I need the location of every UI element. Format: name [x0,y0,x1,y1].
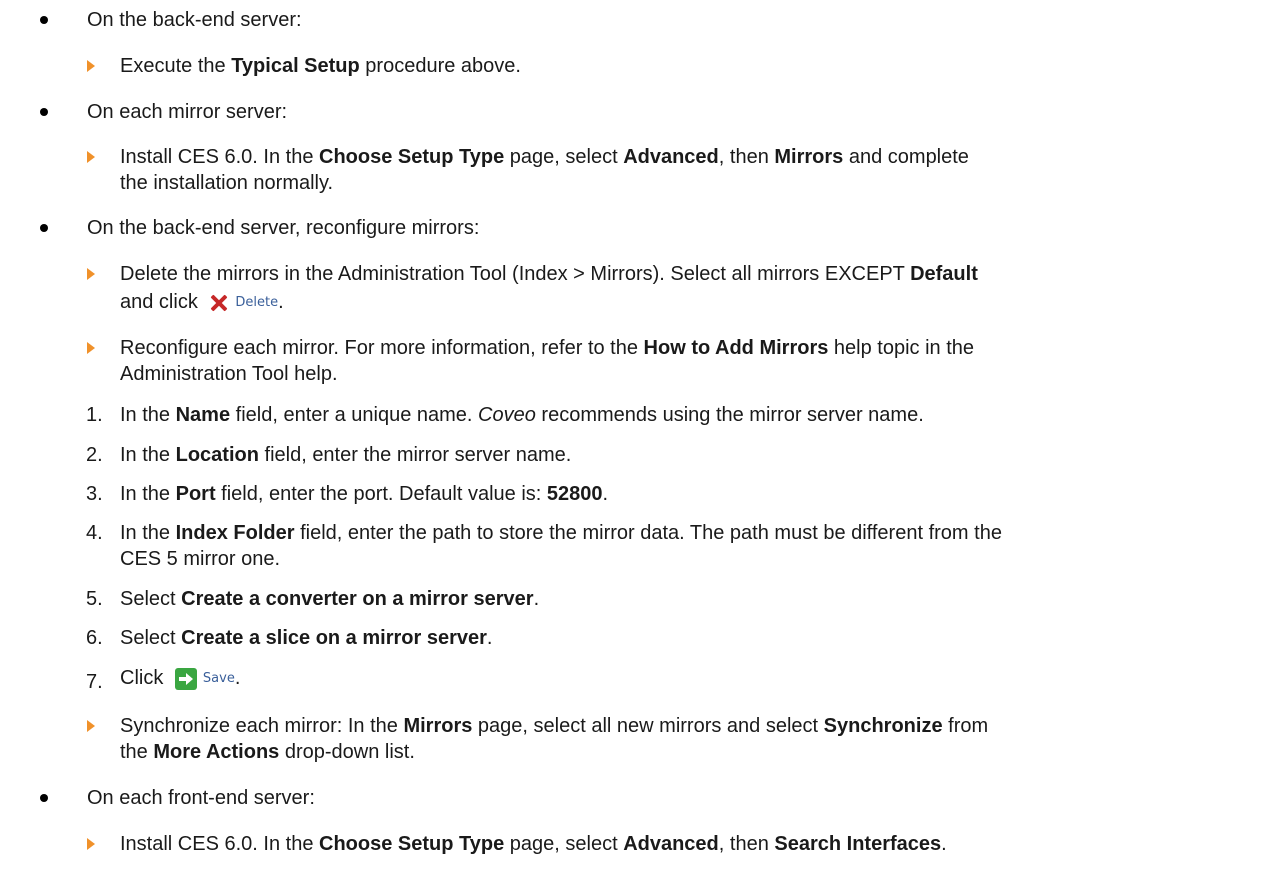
delete-button-label: Delete [235,294,279,310]
step-synchronize: Synchronize each mirror: In the Mirrors … [120,715,989,737]
step-port-field: In the Port field, enter the port. Defau… [120,483,609,505]
bullet-dot [40,108,48,116]
sub-bullet-triangle [87,838,95,850]
step-index-folder-field: In the Index Folder field, enter the pat… [120,522,1002,544]
bullet-back-end-server: On the back-end server: [87,9,302,31]
step-number: 6. [86,627,103,649]
arrow-right-icon [174,667,197,690]
step-location-field: In the Location field, enter the mirror … [120,444,572,466]
sub-bullet-triangle [87,151,95,163]
save-button-label: Save [202,670,235,686]
step-create-slice: Select Create a slice on a mirror server… [120,627,493,649]
step-typical-setup: Execute the Typical Setup procedure abov… [120,55,521,77]
bullet-mirror-server: On each mirror server: [87,101,288,123]
bullet-front-end-server: On each front-end server: [87,787,315,809]
step-install-search-interfaces: Install CES 6.0. In the Choose Setup Typ… [120,833,947,855]
step-number: 7. [86,671,103,693]
sub-bullet-triangle [87,268,95,280]
step-number: 2. [86,444,103,466]
sub-bullet-triangle [87,720,95,732]
step-reconfigure-each: Reconfigure each mirror. For more inform… [120,337,975,359]
step-name-field: In the Name field, enter a unique name. … [120,404,924,426]
bullet-reconfigure-mirrors: On the back-end server, reconfigure mirr… [87,217,480,239]
step-number: 1. [86,404,103,426]
sub-bullet-triangle [87,60,95,72]
step-delete-mirrors: Delete the mirrors in the Administration… [120,263,978,285]
bullet-dot [40,224,48,232]
step-install-mirrors: Install CES 6.0. In the Choose Setup Typ… [120,146,969,168]
delete-x-icon [209,293,229,313]
bullet-dot [40,794,48,802]
step-click-save: Click Save . [120,667,241,691]
step-number: 5. [86,588,103,610]
bullet-dot [40,16,48,24]
step-reconfigure-each-cont: Administration Tool help. [120,363,338,385]
step-number: 4. [86,522,103,544]
sub-bullet-triangle [87,342,95,354]
step-number: 3. [86,483,103,505]
step-index-folder-cont: CES 5 mirror one. [120,548,281,570]
step-install-mirrors-cont: the installation normally. [120,172,334,194]
step-delete-mirrors-cont: and click Delete . [120,291,284,315]
delete-button[interactable]: Delete [209,291,278,315]
save-button[interactable]: Save [174,667,235,691]
step-create-converter: Select Create a converter on a mirror se… [120,588,540,610]
step-synchronize-cont: the More Actions drop-down list. [120,741,415,763]
